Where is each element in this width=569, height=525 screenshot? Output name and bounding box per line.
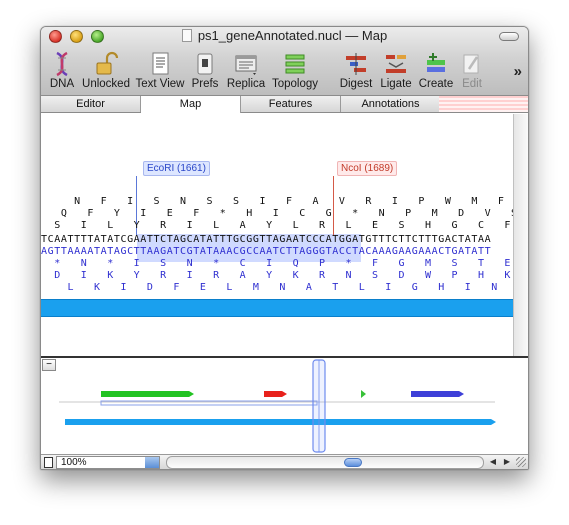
zoom-value: 100% bbox=[61, 457, 87, 468]
long-blue-feature-arrow bbox=[65, 419, 496, 425]
status-bar: 100% ◀ ▶ bbox=[41, 454, 528, 469]
toolbar-create-button[interactable]: Create bbox=[417, 51, 455, 90]
replica-window-icon bbox=[235, 55, 257, 75]
toolbar-textview-label: Text View bbox=[135, 78, 185, 90]
dna-helix-icon bbox=[56, 51, 68, 77]
text-document-icon bbox=[152, 52, 169, 75]
toolbar-edit-label: Edit bbox=[462, 78, 482, 90]
toolbar-topology-button[interactable]: Topology bbox=[269, 51, 321, 90]
toolbar-ligate-button[interactable]: Ligate bbox=[377, 51, 415, 90]
toolbar-unlocked-button[interactable]: Unlocked bbox=[81, 51, 131, 90]
toolbar: DNA Unlocked Text View Prefs Replica Top… bbox=[41, 49, 528, 94]
map-graphic bbox=[59, 359, 496, 453]
unlocked-padlock-icon bbox=[96, 51, 119, 75]
horizontal-scrollbar[interactable] bbox=[166, 456, 484, 469]
toolbar-unlocked-label: Unlocked bbox=[82, 78, 130, 90]
dna-bottom-strand[interactable]: AGTTAAAATATAGCTTAAGATCGTATAAACGCCAATCTTA… bbox=[41, 246, 515, 258]
reverse-frame-2: D I K Y R I R A Y K R N S D W P H K K S … bbox=[54, 270, 512, 281]
toolbar-prefs-label: Prefs bbox=[191, 78, 219, 90]
toolbar-digest-label: Digest bbox=[339, 78, 373, 90]
toolbar-replica-button[interactable]: Replica bbox=[225, 51, 267, 90]
zoom-dropdown-arrow-icon[interactable] bbox=[145, 457, 159, 468]
map-overview[interactable]: − bbox=[41, 358, 528, 456]
ligate-icon bbox=[386, 55, 406, 73]
scroll-thumb[interactable] bbox=[344, 458, 362, 467]
toolbar-topology-label: Topology bbox=[271, 78, 319, 90]
zoom-select[interactable]: 100% bbox=[56, 456, 160, 469]
resize-grip-icon[interactable] bbox=[516, 457, 526, 467]
window-title: ps1_geneAnnotated.nucl — Map bbox=[197, 28, 388, 43]
sequence-view[interactable]: EcoRI (1661) NcoI (1689) N F I S N S S I… bbox=[41, 114, 515, 359]
scroll-right-arrow-icon[interactable]: ▶ bbox=[500, 456, 514, 469]
toolbar-dna-label: DNA bbox=[49, 78, 75, 90]
toolbar-toggle-pill[interactable] bbox=[499, 32, 519, 41]
page-icon[interactable] bbox=[44, 457, 53, 468]
reverse-frame-1: * N * I S N * C I Q P * F G M S T E E K … bbox=[54, 258, 512, 269]
view-tabs: Editor Map Features Annotations bbox=[41, 96, 528, 113]
forward-frame-3: S I L Y R I L A Y L R L E S H G C F F D … bbox=[54, 220, 512, 231]
toolbar-overflow-chevron[interactable]: » bbox=[514, 63, 522, 80]
tab-annotations[interactable]: Annotations bbox=[341, 96, 441, 112]
toolbar-textview-button[interactable]: Text View bbox=[135, 51, 185, 90]
title-bar: ps1_geneAnnotated.nucl — Map DNA Unlocke… bbox=[41, 27, 528, 96]
document-proxy-icon[interactable] bbox=[181, 29, 192, 42]
toolbar-create-label: Create bbox=[418, 78, 454, 90]
toolbar-prefs-button[interactable]: Prefs bbox=[189, 51, 221, 90]
ncoi-site-label[interactable]: NcoI (1689) bbox=[337, 161, 398, 176]
vertical-scrollbar[interactable] bbox=[513, 114, 528, 359]
scroll-left-arrow-icon[interactable]: ◀ bbox=[486, 456, 500, 469]
tab-bar-stripe bbox=[439, 96, 528, 112]
digest-scissors-icon bbox=[346, 53, 366, 75]
window-title-row: ps1_geneAnnotated.nucl — Map bbox=[41, 28, 528, 43]
tab-map[interactable]: Map bbox=[141, 96, 241, 113]
blue-feature-arrow bbox=[411, 391, 464, 397]
reverse-frame-3: L K I D F E L M N A T L I G H I N R R Q … bbox=[67, 282, 498, 293]
preferences-switch-icon bbox=[197, 53, 213, 75]
toolbar-digest-button[interactable]: Digest bbox=[337, 51, 375, 90]
topology-bars-icon bbox=[285, 54, 305, 74]
forward-frame-1: N F I S N S S I F A V R I P W M F L L * … bbox=[74, 196, 505, 207]
create-primer-icon bbox=[427, 53, 445, 72]
dna-top-strand[interactable]: TCAATTTTATATCGAATTCTAGCATATTTGCGGTTAGAAT… bbox=[41, 234, 515, 246]
green-feature-arrow bbox=[101, 391, 194, 397]
toolbar-dna-button[interactable]: DNA bbox=[47, 51, 77, 90]
app-window: ps1_geneAnnotated.nucl — Map DNA Unlocke… bbox=[40, 26, 529, 470]
tab-features[interactable]: Features bbox=[241, 96, 341, 112]
toolbar-replica-label: Replica bbox=[226, 78, 266, 90]
toolbar-edit-button[interactable]: Edit bbox=[457, 51, 487, 90]
edit-pencil-icon bbox=[463, 54, 479, 74]
red-feature-arrow bbox=[264, 391, 287, 397]
tab-editor[interactable]: Editor bbox=[41, 96, 141, 112]
forward-frame-2: Q F Y I E F * H I C G * N P M D V S S L … bbox=[60, 208, 515, 219]
ecori-site-label[interactable]: EcoRI (1661) bbox=[143, 161, 210, 176]
small-green-marker bbox=[361, 390, 366, 398]
feature-bar[interactable] bbox=[41, 299, 515, 317]
toolbar-ligate-label: Ligate bbox=[380, 78, 412, 90]
